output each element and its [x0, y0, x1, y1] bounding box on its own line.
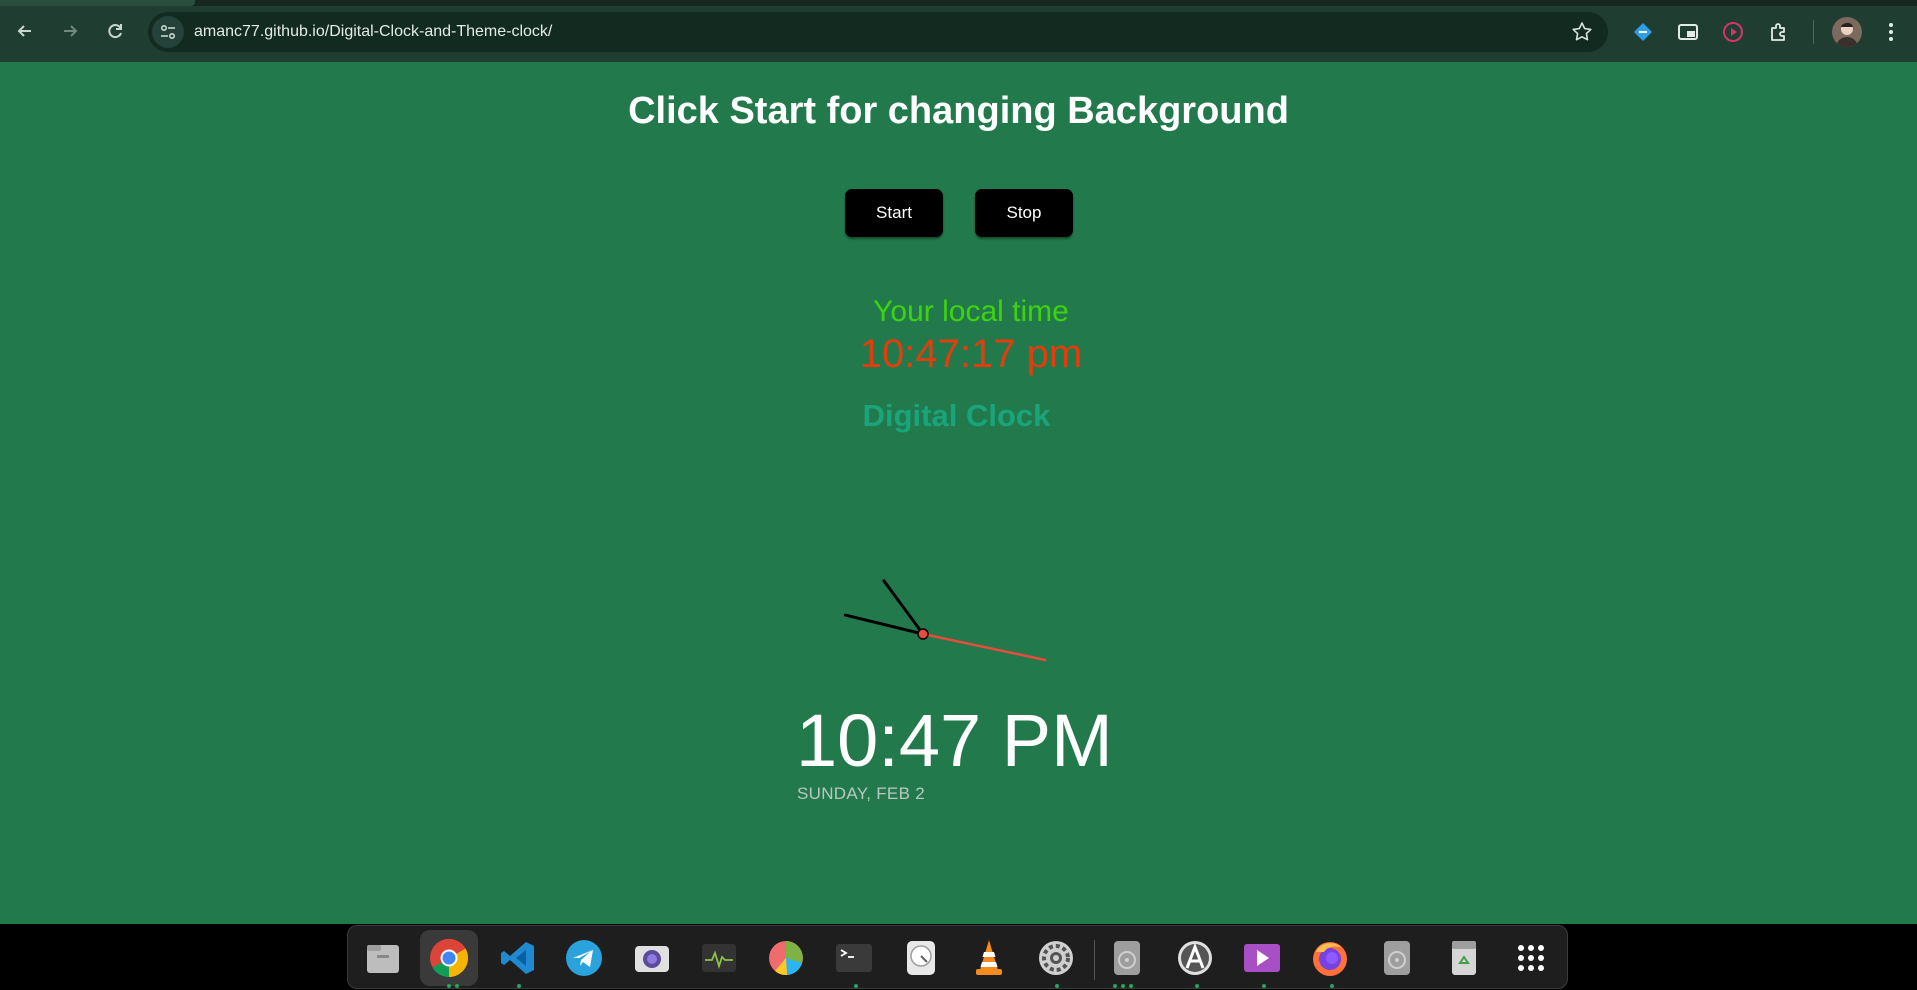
date-text: SUNDAY, FEB 2 [797, 784, 925, 803]
back-button[interactable] [10, 16, 40, 46]
dock-video-player[interactable] [1233, 930, 1291, 986]
dock-drive[interactable] [1098, 930, 1156, 986]
running-indicator [447, 984, 451, 988]
dock-software-updater[interactable] [1166, 930, 1224, 986]
dock-system-monitor[interactable] [690, 930, 748, 986]
stop-button[interactable]: Stop [975, 189, 1073, 237]
active-tab[interactable] [0, 0, 195, 6]
running-indicator [1113, 984, 1117, 988]
telegram-icon [566, 940, 602, 976]
browser-menu-button[interactable] [1878, 19, 1904, 45]
dock-disks[interactable] [892, 930, 950, 986]
page-heading: Click Start for changing Background [628, 90, 1289, 132]
camera-icon [635, 946, 669, 972]
bookmark-star-button[interactable] [1570, 20, 1594, 44]
puzzle-icon [1771, 23, 1785, 41]
dock-app-grid[interactable] [1502, 930, 1560, 986]
start-button[interactable]: Start [845, 189, 943, 237]
running-indicator [1129, 984, 1133, 988]
files-icon [367, 945, 399, 973]
record-extension-button[interactable] [1720, 19, 1746, 45]
running-indicator [1121, 984, 1125, 988]
system-monitor-icon [702, 944, 736, 972]
site-info-button[interactable] [152, 16, 184, 48]
profile-avatar[interactable] [1832, 17, 1862, 47]
digital-clock-title: Digital Clock [862, 398, 1051, 433]
page-content: Click Start for changing Background Star… [0, 62, 1917, 924]
arrow-right-icon [64, 25, 78, 37]
terminal-icon [836, 944, 872, 972]
drive-icon [1384, 941, 1410, 975]
clock-center-pin [917, 628, 929, 640]
browser-toolbar: amanc77.github.io/Digital-Clock-and-Them… [0, 0, 1917, 62]
drive-icon [1114, 941, 1140, 975]
pie-chart-icon [769, 941, 803, 976]
reload-button[interactable] [100, 16, 130, 46]
tab-strip [0, 0, 1917, 6]
extension-button-1[interactable] [1630, 19, 1656, 45]
trash-icon [1452, 941, 1476, 975]
dock-terminal[interactable] [825, 930, 883, 986]
running-indicator [854, 984, 858, 988]
dock-trash[interactable] [1435, 930, 1493, 986]
tune-icon [160, 24, 176, 40]
dock-disk-usage[interactable] [757, 930, 815, 986]
dock-vscode[interactable] [489, 930, 547, 986]
software-updater-icon [1178, 941, 1212, 975]
running-indicator [1055, 984, 1059, 988]
firefox-icon [1313, 942, 1347, 976]
analog-clock [843, 579, 1047, 662]
big-digital-time: 10:47 PM [796, 699, 1113, 782]
dock-telegram[interactable] [555, 930, 613, 986]
running-indicator [1262, 984, 1266, 988]
forward-button[interactable] [55, 16, 85, 46]
picture-in-picture-button[interactable] [1675, 19, 1701, 45]
local-time-label: Your local time [873, 295, 1069, 328]
disks-icon [907, 941, 935, 975]
url-text[interactable]: amanc77.github.io/Digital-Clock-and-Them… [194, 23, 552, 41]
dock-vlc[interactable] [960, 930, 1018, 986]
dock-firefox[interactable] [1301, 930, 1359, 986]
arrow-left-icon [17, 25, 31, 37]
toolbar-divider [1813, 20, 1814, 44]
second-hand [921, 632, 1047, 662]
play-icon [1244, 944, 1280, 972]
diamond-extension-icon [1634, 23, 1652, 41]
extensions-button[interactable] [1766, 19, 1792, 45]
running-indicator [1330, 984, 1334, 988]
running-indicator [455, 984, 459, 988]
running-indicator [1195, 984, 1199, 988]
dock-files[interactable] [354, 930, 412, 986]
dock-drive-2[interactable] [1368, 930, 1426, 986]
address-bar[interactable]: amanc77.github.io/Digital-Clock-and-Them… [148, 12, 1608, 52]
picture-in-picture-icon [1678, 24, 1698, 40]
chrome-icon [430, 938, 469, 978]
dock-chrome[interactable] [420, 930, 478, 986]
star-icon [1572, 22, 1592, 41]
record-icon [1723, 22, 1743, 42]
kebab-menu-icon [1889, 23, 1893, 41]
dock-settings[interactable] [1027, 930, 1085, 986]
running-indicator [517, 984, 521, 988]
vscode-icon [501, 942, 534, 974]
dock-divider [1094, 940, 1095, 980]
app-grid-icon [1518, 945, 1544, 971]
vlc-icon [976, 940, 1002, 975]
avatar-icon [1836, 22, 1858, 47]
local-time-value: 10:47:17 pm [859, 332, 1083, 376]
gear-icon [1039, 941, 1073, 975]
reload-icon [108, 24, 122, 39]
dock-screenshot[interactable] [623, 930, 681, 986]
